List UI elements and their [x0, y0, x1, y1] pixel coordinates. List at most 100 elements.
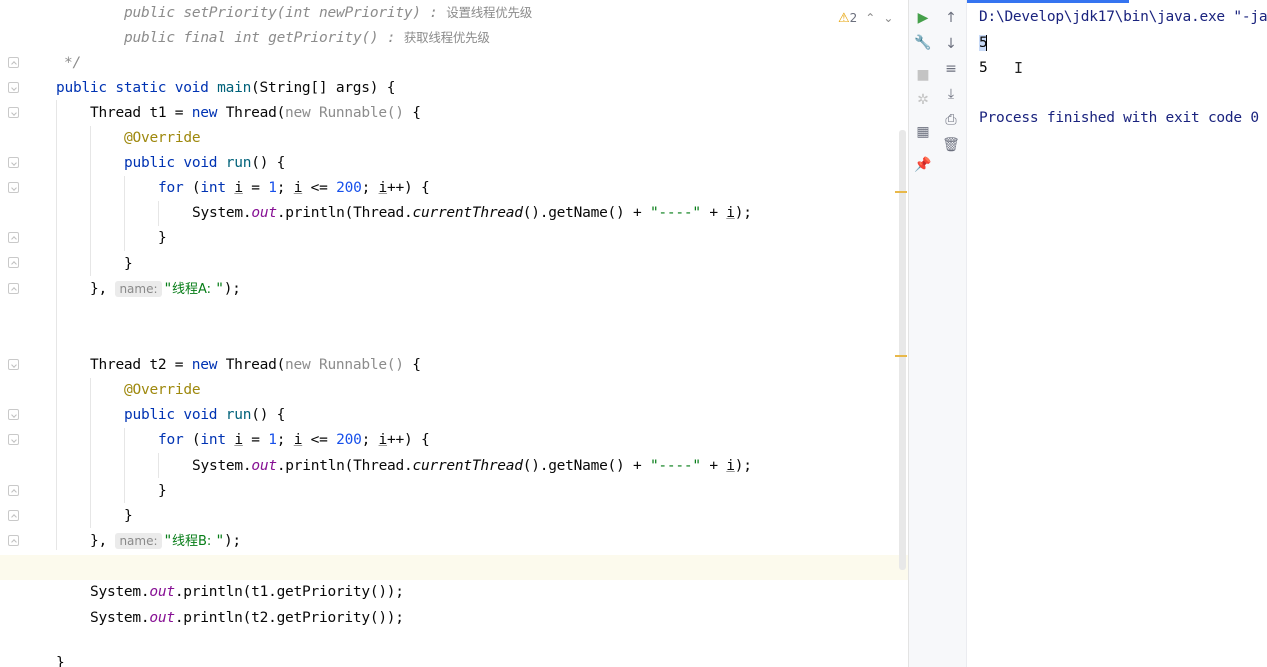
code-line[interactable]: */ — [64, 51, 81, 76]
code-line[interactable]: } — [56, 651, 65, 667]
editor-scrollbar[interactable] — [899, 130, 906, 570]
static-field: out — [251, 458, 277, 474]
layout-icon[interactable]: ▦ — [913, 122, 933, 142]
code-line[interactable]: System.out.println(Thread.currentThread(… — [192, 201, 752, 226]
code-text: System. — [90, 584, 150, 600]
string-literal: 线程B: — [172, 534, 216, 549]
arrow-down-icon[interactable]: ↓ — [941, 34, 961, 54]
code-line[interactable]: System.out.println(t2.getPriority()); — [90, 606, 404, 631]
code-text: .println(t1.getPriority()); — [174, 584, 404, 600]
code-text: Thread t1 = — [90, 105, 192, 121]
method-name: main — [217, 80, 252, 96]
code-line[interactable]: } — [124, 504, 133, 529]
fold-marker[interactable] — [8, 434, 19, 445]
arrow-up-icon[interactable]: ↑ — [941, 8, 961, 28]
indent-guide — [90, 378, 91, 528]
fold-marker[interactable] — [8, 485, 19, 496]
code-line[interactable]: }, name: "线程B: "); — [90, 529, 241, 554]
variable: i — [234, 432, 243, 448]
fold-marker[interactable] — [8, 57, 19, 68]
code-text: }, — [90, 281, 116, 297]
code-line[interactable]: System.out.println(t1.getPriority()); — [90, 580, 404, 605]
fold-marker[interactable] — [8, 409, 19, 420]
comment-text: (int newPriority) : — [276, 5, 447, 21]
run-tool-window: ▶ 🔧 ■ ✲ ▦ 📌 ↑ ↓ ≡ ⤓ ⎙ 🗑 D:\Develop\jdk17… — [908, 0, 1267, 667]
fold-marker[interactable] — [8, 157, 19, 168]
fold-marker[interactable] — [8, 257, 19, 268]
trash-icon[interactable]: 🗑 — [941, 135, 961, 155]
code-text: ); — [223, 533, 241, 549]
fold-marker[interactable] — [8, 535, 19, 546]
fold-marker[interactable] — [8, 510, 19, 521]
keyword: int — [200, 180, 235, 196]
code-text: } — [158, 230, 167, 246]
string-literal: " — [163, 281, 173, 297]
fold-marker[interactable] — [8, 359, 19, 370]
soft-wrap-icon[interactable]: ≡ — [941, 59, 961, 79]
console-exit-line: Process finished with exit code 0 — [979, 110, 1259, 126]
code-line[interactable]: Thread t1 = new Thread(new Runnable() { — [90, 101, 421, 126]
pin-icon[interactable]: 📌 — [913, 155, 933, 175]
code-line[interactable]: public static void main(String[] args) { — [56, 76, 395, 101]
chevron-down-icon[interactable]: ⌄ — [883, 11, 893, 25]
indent-guide — [158, 453, 159, 478]
indent-guide — [90, 126, 91, 276]
code-line[interactable]: System.out.println(Thread.currentThread(… — [192, 454, 752, 479]
code-text: }, — [90, 533, 116, 549]
comment-text: public final int — [124, 30, 269, 46]
keyword: for — [158, 180, 192, 196]
code-line[interactable]: @Override — [124, 378, 201, 403]
console-output-line: 5 — [979, 60, 988, 76]
code-line[interactable]: } — [158, 479, 167, 504]
chevron-up-icon[interactable]: ⌃ — [865, 11, 875, 25]
code-line[interactable]: public final int getPriority() : 获取线程优先级 — [124, 25, 490, 50]
text-cursor-icon: I — [1014, 59, 1024, 77]
code-text: = — [242, 180, 269, 196]
code-line[interactable]: }, name: "线程A: "); — [90, 277, 241, 302]
indent-guide — [158, 201, 159, 226]
comment-text: */ — [64, 55, 81, 71]
code-text: ; — [361, 432, 379, 448]
keyword: for — [158, 432, 192, 448]
fold-marker[interactable] — [8, 82, 19, 93]
print-icon[interactable]: ⎙ — [941, 110, 961, 130]
method-name: run — [225, 155, 252, 171]
code-text: Thread t2 = — [90, 357, 192, 373]
scroll-to-end-icon[interactable]: ⤓ — [941, 84, 961, 104]
scrollbar-warning-mark[interactable] — [895, 355, 907, 357]
code-line[interactable]: public void run() { — [124, 151, 285, 176]
code-line[interactable]: public void run() { — [124, 403, 285, 428]
debug-icon[interactable]: ✲ — [913, 90, 933, 110]
fold-marker[interactable] — [8, 232, 19, 243]
code-text: System. — [90, 610, 150, 626]
code-text: { — [412, 105, 421, 121]
text-caret — [986, 35, 988, 51]
code-editor[interactable]: public setPriority(int newPriority) : 设置… — [0, 0, 908, 667]
variable: i — [726, 205, 735, 221]
fold-marker[interactable] — [8, 283, 19, 294]
code-text: Thread( — [225, 357, 286, 373]
code-line[interactable]: } — [158, 226, 167, 251]
code-line[interactable]: for (int i = 1; i <= 200; i++) { — [158, 176, 430, 201]
static-field: out — [251, 205, 277, 221]
code-text: <= — [302, 432, 337, 448]
method-name: run — [225, 407, 252, 423]
variable: i — [378, 180, 388, 196]
code-line[interactable]: @Override — [124, 126, 201, 151]
code-line[interactable]: for (int i = 1; i <= 200; i++) { — [158, 428, 430, 453]
run-toolbar-secondary: ↑ ↓ ≡ ⤓ ⎙ 🗑 — [937, 0, 967, 667]
stop-icon[interactable]: ■ — [913, 65, 933, 85]
string-literal: " — [163, 533, 173, 549]
fold-marker[interactable] — [8, 107, 19, 118]
code-text: () { — [251, 155, 286, 171]
code-line[interactable]: } — [124, 252, 133, 277]
wrench-icon[interactable]: 🔧 — [913, 33, 933, 53]
string-literal: " — [215, 281, 224, 297]
code-line[interactable]: public setPriority(int newPriority) : 设置… — [124, 0, 532, 25]
keyword: public static void — [56, 80, 218, 96]
inspection-widget[interactable]: ⚠2 ⌃ ⌄ — [838, 9, 893, 27]
scrollbar-warning-mark[interactable] — [895, 191, 907, 193]
fold-marker[interactable] — [8, 182, 19, 193]
run-icon[interactable]: ▶ — [913, 8, 933, 28]
code-line[interactable]: Thread t2 = new Thread(new Runnable() { — [90, 353, 421, 378]
